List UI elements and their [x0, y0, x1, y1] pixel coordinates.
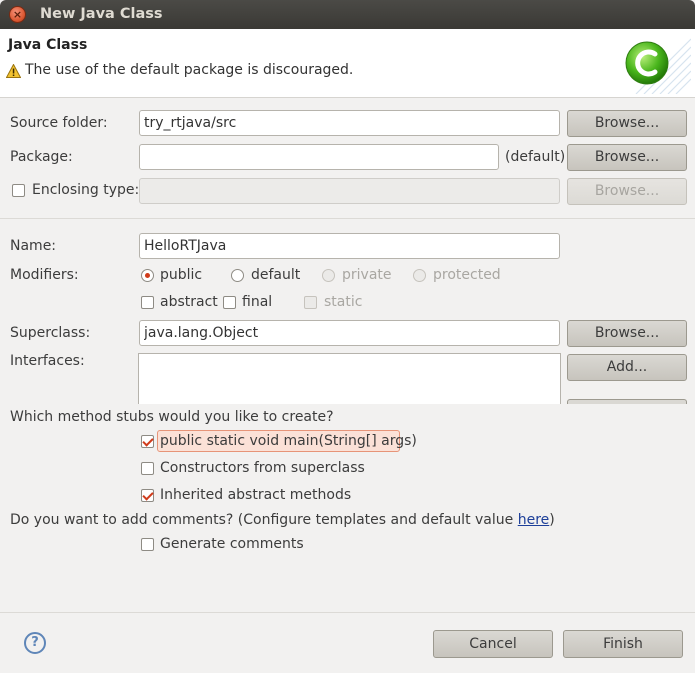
finish-button[interactable]: Finish: [563, 630, 683, 658]
comments-question-text: Do you want to add comments? (Configure …: [10, 512, 518, 528]
warning-icon: [6, 64, 21, 78]
enclosing-type-checkbox[interactable]: [12, 184, 25, 197]
comments-question-end: ): [549, 512, 555, 528]
modifier-abstract-checkbox[interactable]: [141, 296, 154, 309]
page-title: Java Class: [8, 37, 88, 53]
close-icon[interactable]: ×: [9, 6, 26, 23]
java-class-logo-icon: [625, 38, 691, 94]
generate-comments-label: Generate comments: [160, 536, 304, 552]
modifier-private-label: private: [342, 267, 392, 283]
wizard-header: Java Class The use of the default packag…: [0, 29, 695, 98]
enclosing-type-browse-button: Browse...: [567, 178, 687, 205]
modifiers-label: Modifiers:: [10, 267, 79, 283]
modifier-private-radio: [322, 269, 335, 282]
package-browse-button[interactable]: Browse...: [567, 144, 687, 171]
superclass-label: Superclass:: [10, 325, 91, 341]
stub-main-label: public static void main(String[] args): [160, 433, 417, 449]
interfaces-add-button[interactable]: Add...: [567, 354, 687, 381]
package-default-label: (default): [505, 149, 566, 165]
modifier-final-checkbox[interactable]: [223, 296, 236, 309]
window-title: New Java Class: [40, 6, 163, 22]
modifier-default-label: default: [251, 267, 301, 283]
modifier-public-radio[interactable]: [141, 269, 154, 282]
superclass-browse-button[interactable]: Browse...: [567, 320, 687, 347]
modifier-protected-radio: [413, 269, 426, 282]
stub-inherited-label: Inherited abstract methods: [160, 487, 352, 503]
stub-main-checkbox[interactable]: [141, 435, 154, 448]
method-stubs-question: Which method stubs would you like to cre…: [10, 409, 334, 425]
modifier-protected-label: protected: [433, 267, 501, 283]
source-folder-input[interactable]: [139, 110, 560, 136]
name-label: Name:: [10, 238, 57, 254]
interfaces-list[interactable]: [138, 353, 561, 404]
header-message: The use of the default package is discou…: [25, 62, 354, 78]
modifier-abstract-label: abstract: [160, 294, 218, 310]
title-bar: × New Java Class: [0, 0, 695, 29]
superclass-input[interactable]: [139, 320, 560, 346]
modifier-static-checkbox: [304, 296, 317, 309]
separator: [0, 218, 695, 219]
templates-link[interactable]: here: [518, 512, 550, 528]
modifier-static-label: static: [324, 294, 363, 310]
package-label: Package:: [10, 149, 73, 165]
name-input[interactable]: [139, 233, 560, 259]
interfaces-remove-button[interactable]: [567, 399, 687, 404]
package-input[interactable]: [139, 144, 499, 170]
enclosing-type-label: Enclosing type:: [32, 182, 140, 198]
modifier-default-radio[interactable]: [231, 269, 244, 282]
stub-constructors-checkbox[interactable]: [141, 462, 154, 475]
stub-constructors-label: Constructors from superclass: [160, 460, 365, 476]
source-folder-label: Source folder:: [10, 115, 108, 131]
generate-comments-checkbox[interactable]: [141, 538, 154, 551]
footer-separator: [0, 612, 695, 613]
stub-inherited-checkbox[interactable]: [141, 489, 154, 502]
cancel-button[interactable]: Cancel: [433, 630, 553, 658]
interfaces-label: Interfaces:: [10, 353, 85, 369]
modifier-public-label: public: [160, 267, 203, 283]
comments-question: Do you want to add comments? (Configure …: [10, 512, 555, 528]
help-icon[interactable]: ?: [24, 632, 46, 654]
source-folder-browse-button[interactable]: Browse...: [567, 110, 687, 137]
enclosing-type-input[interactable]: [139, 178, 560, 204]
modifier-final-label: final: [242, 294, 273, 310]
